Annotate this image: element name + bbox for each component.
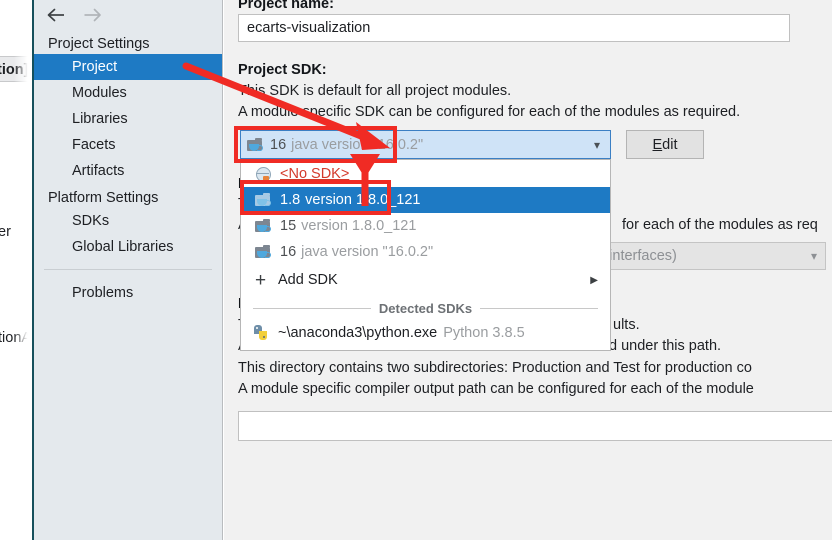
language-level-combo: nd interfaces) ▾ — [580, 242, 826, 270]
detected-sdks-caption: Detected SDKs — [378, 301, 473, 316]
detected-sdks-separator: Detected SDKs — [241, 295, 610, 319]
chevron-down-icon: ▾ — [810, 249, 817, 263]
compiler-output-desc-2: A module specific compiler output path c… — [238, 381, 754, 397]
project-name-input[interactable]: ecarts-visualization — [238, 14, 790, 42]
jdk-folder-icon — [255, 219, 272, 233]
edit-sdk-button[interactable]: Edit — [626, 130, 704, 159]
edit-button-mnemonic: E — [652, 136, 663, 153]
sidebar-nav-bar — [34, 0, 222, 30]
sdk-option-detail: version 1.8.0_121 — [301, 218, 417, 234]
behind-sdk-desc-tail: for each of the modules as req — [622, 217, 818, 233]
sdk-option-python[interactable]: ~\anaconda3\python.exe Python 3.8.5 — [241, 319, 610, 347]
strip-fade — [14, 0, 32, 540]
sidebar-item-sdks[interactable]: SDKs — [34, 208, 222, 234]
sdk-option-python-label: ~\anaconda3\python.exe — [278, 325, 438, 341]
edit-button-label-rest: dit — [662, 136, 678, 153]
separator-line-right — [480, 308, 599, 309]
project-name-label: Project name: — [238, 0, 334, 12]
red-arrow-up-icon-to-option — [350, 154, 380, 206]
sdk-option-detail: java version "16.0.2" — [301, 244, 434, 260]
compiler-output-input[interactable] — [238, 411, 832, 441]
sidebar-item-problems[interactable]: Problems — [34, 280, 222, 306]
behind-compiler-tail-1: ults. — [613, 317, 640, 333]
add-sdk-label: Add SDK — [278, 272, 338, 288]
sidebar-group-platform-settings: Platform Settings — [48, 190, 159, 206]
sdk-option-version: 16 — [280, 244, 297, 260]
project-name-value: ecarts-visualization — [247, 20, 371, 36]
triangle-right-icon: ▶ — [590, 274, 598, 286]
left-window-strip: tion] er tionA — [0, 0, 32, 540]
separator-line-left — [253, 308, 371, 309]
arrow-left-icon[interactable] — [44, 3, 68, 27]
sidebar-item-global-libraries[interactable]: Global Libraries — [34, 234, 222, 260]
behind-compiler-tail-2: d under this path. — [609, 338, 722, 354]
sdk-option-version: 15 — [280, 218, 297, 234]
chevron-down-icon[interactable]: ▾ — [594, 138, 604, 152]
sdk-option-jdk-15[interactable]: 15 version 1.8.0_121 — [241, 213, 610, 239]
sdk-option-python-detail: Python 3.8.5 — [443, 325, 525, 341]
arrow-right-icon — [80, 3, 104, 27]
plus-icon: + — [254, 269, 267, 291]
clipped-text-fragment-2: er — [0, 224, 11, 240]
sdk-option-add-sdk[interactable]: + Add SDK ▶ — [241, 265, 610, 295]
sidebar-group-project-settings: Project Settings — [48, 36, 150, 52]
sidebar-divider — [44, 269, 212, 270]
python-icon — [253, 325, 270, 341]
compiler-output-desc-1: This directory contains two subdirectori… — [238, 360, 752, 376]
sdk-option-jdk-16[interactable]: 16 java version "16.0.2" — [241, 239, 610, 265]
jdk-folder-icon — [255, 245, 272, 259]
